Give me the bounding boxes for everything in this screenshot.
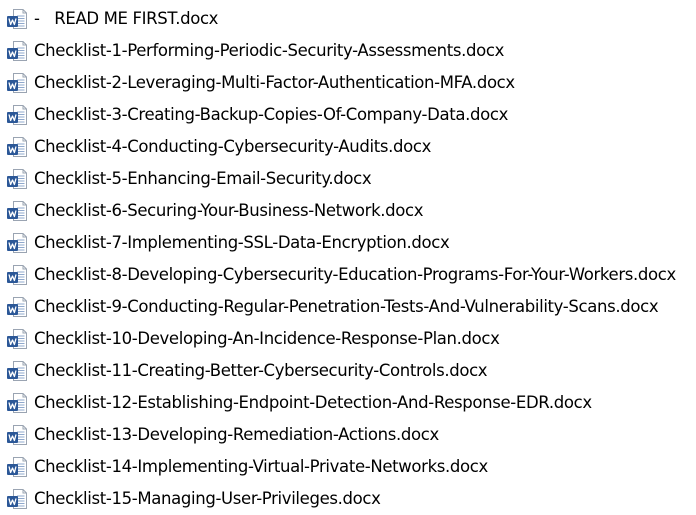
file-name[interactable]: Checklist-12-Establishing-Endpoint-Detec…	[34, 393, 592, 413]
file-name[interactable]: Checklist-3-Creating-Backup-Copies-Of-Co…	[34, 105, 508, 125]
word-document-icon[interactable]	[6, 391, 28, 415]
file-name[interactable]: Checklist-11-Creating-Better-Cybersecuri…	[34, 361, 488, 381]
word-document-icon[interactable]	[6, 295, 28, 319]
file-item[interactable]: Checklist-1-Performing-Periodic-Security…	[0, 35, 696, 67]
word-document-icon[interactable]	[6, 231, 28, 255]
file-item[interactable]: Checklist-15-Managing-User-Privileges.do…	[0, 483, 696, 515]
file-name[interactable]: Checklist-9-Conducting-Regular-Penetrati…	[34, 297, 659, 317]
word-document-icon[interactable]	[6, 487, 28, 511]
file-name[interactable]: Checklist-14-Implementing-Virtual-Privat…	[34, 457, 488, 477]
file-name[interactable]: Checklist-5-Enhancing-Email-Security.doc…	[34, 169, 372, 189]
word-document-icon[interactable]	[6, 455, 28, 479]
file-name[interactable]: Checklist-2-Leveraging-Multi-Factor-Auth…	[34, 73, 515, 93]
file-item[interactable]: Checklist-8-Developing-Cybersecurity-Edu…	[0, 259, 696, 291]
file-list: - READ ME FIRST.docx Checklist-1-Performi…	[0, 3, 696, 515]
word-document-icon[interactable]	[6, 327, 28, 351]
file-item[interactable]: Checklist-5-Enhancing-Email-Security.doc…	[0, 163, 696, 195]
file-name[interactable]: Checklist-4-Conducting-Cybersecurity-Aud…	[34, 137, 431, 157]
word-document-icon[interactable]	[6, 135, 28, 159]
file-name[interactable]: Checklist-13-Developing-Remediation-Acti…	[34, 425, 439, 445]
word-document-icon[interactable]	[6, 167, 28, 191]
file-item[interactable]: Checklist-13-Developing-Remediation-Acti…	[0, 419, 696, 451]
file-item[interactable]: Checklist-2-Leveraging-Multi-Factor-Auth…	[0, 67, 696, 99]
file-item[interactable]: Checklist-11-Creating-Better-Cybersecuri…	[0, 355, 696, 387]
file-item[interactable]: - READ ME FIRST.docx	[0, 3, 696, 35]
word-document-icon[interactable]	[6, 359, 28, 383]
word-document-icon[interactable]	[6, 103, 28, 127]
file-name[interactable]: - READ ME FIRST.docx	[34, 9, 218, 29]
file-name[interactable]: Checklist-15-Managing-User-Privileges.do…	[34, 489, 381, 509]
file-name[interactable]: Checklist-6-Securing-Your-Business-Netwo…	[34, 201, 424, 221]
word-document-icon[interactable]	[6, 199, 28, 223]
file-item[interactable]: Checklist-10-Developing-An-Incidence-Res…	[0, 323, 696, 355]
file-name[interactable]: Checklist-8-Developing-Cybersecurity-Edu…	[34, 265, 676, 285]
file-item[interactable]: Checklist-9-Conducting-Regular-Penetrati…	[0, 291, 696, 323]
word-document-icon[interactable]	[6, 7, 28, 31]
file-item[interactable]: Checklist-12-Establishing-Endpoint-Detec…	[0, 387, 696, 419]
file-item[interactable]: Checklist-6-Securing-Your-Business-Netwo…	[0, 195, 696, 227]
file-name[interactable]: Checklist-7-Implementing-SSL-Data-Encryp…	[34, 233, 450, 253]
file-item[interactable]: Checklist-3-Creating-Backup-Copies-Of-Co…	[0, 99, 696, 131]
word-document-icon[interactable]	[6, 263, 28, 287]
word-document-icon[interactable]	[6, 39, 28, 63]
file-item[interactable]: Checklist-4-Conducting-Cybersecurity-Aud…	[0, 131, 696, 163]
file-item[interactable]: Checklist-14-Implementing-Virtual-Privat…	[0, 451, 696, 483]
file-name[interactable]: Checklist-10-Developing-An-Incidence-Res…	[34, 329, 500, 349]
file-item[interactable]: Checklist-7-Implementing-SSL-Data-Encryp…	[0, 227, 696, 259]
word-document-icon[interactable]	[6, 423, 28, 447]
file-name[interactable]: Checklist-1-Performing-Periodic-Security…	[34, 41, 504, 61]
word-document-icon[interactable]	[6, 71, 28, 95]
